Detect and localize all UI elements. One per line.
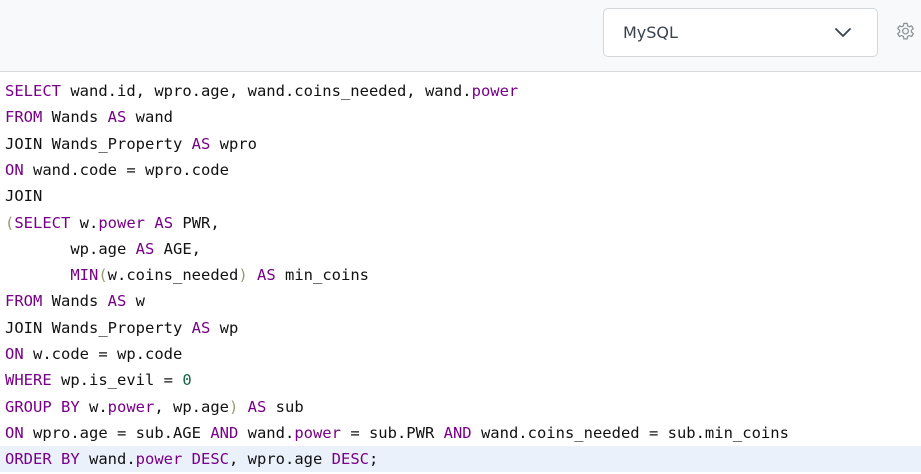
code-text: wpro.age = sub.AGE — [23, 423, 211, 442]
code-line[interactable]: ON wpro.age = sub.AGE AND wand.power = s… — [0, 420, 921, 446]
sql-keyword: FROM — [5, 292, 43, 311]
code-line[interactable]: ON wand.code = wpro.code — [0, 157, 921, 183]
code-line[interactable]: FROM Wands AS wand — [0, 104, 921, 130]
sql-keyword: ON — [5, 423, 24, 442]
code-text: wpro — [210, 134, 257, 153]
sql-keyword: AS — [154, 213, 174, 232]
sql-keyword: AS — [257, 266, 276, 285]
code-text: min_coins — [275, 266, 370, 285]
gear-icon[interactable] — [894, 21, 917, 44]
sql-keyword: power — [135, 450, 183, 469]
sql-keyword: AND — [443, 423, 472, 442]
chevron-down-icon — [835, 28, 851, 37]
sql-keyword: AS — [191, 134, 211, 153]
code-text: Wands — [42, 292, 108, 311]
code-text: , wp.age — [154, 397, 229, 416]
bracket: ( — [98, 266, 108, 285]
sql-keyword: power — [294, 423, 341, 442]
code-text: wand — [126, 108, 173, 127]
code-text: w.code = wp.code — [23, 345, 183, 363]
code-text: w — [126, 292, 145, 311]
code-line[interactable]: JOIN — [0, 183, 921, 209]
language-select[interactable]: MySQL — [603, 8, 878, 57]
sql-keyword: GROUP BY — [5, 397, 80, 416]
code-line[interactable]: SELECT wand.id, wpro.age, wand.coins_nee… — [0, 78, 921, 104]
code-text: w.coins_needed — [107, 266, 239, 285]
sql-keyword: AS — [247, 397, 267, 416]
code-line[interactable]: FROM Wands AS w — [0, 288, 921, 314]
code-text: = sub.PWR — [340, 423, 444, 442]
sql-keyword: AS — [135, 239, 155, 258]
bracket: ) — [238, 266, 248, 285]
sql-keyword: SELECT — [14, 213, 71, 232]
code-text: JOIN — [5, 187, 43, 206]
code-text: ; — [368, 450, 379, 469]
sql-keyword: FROM — [5, 108, 43, 127]
language-select-value: MySQL — [623, 23, 678, 42]
code-line[interactable]: MIN(w.coins_needed) AS min_coins — [0, 262, 921, 288]
code-line[interactable]: JOIN Wands_Property AS wp — [0, 315, 921, 341]
sql-keyword: SELECT — [5, 82, 61, 100]
code-text: w. — [79, 397, 108, 416]
sql-keyword: WHERE — [5, 371, 52, 390]
code-line[interactable]: WHERE wp.is_evil = 0 — [0, 367, 921, 393]
sql-keyword: ON — [5, 160, 24, 179]
code-text: Wands — [42, 108, 108, 127]
code-editor[interactable]: SELECT wand.id, wpro.age, wand.coins_nee… — [0, 78, 921, 474]
code-text: sub — [266, 397, 304, 416]
editor-toolbar: MySQL — [0, 0, 921, 72]
code-line[interactable]: GROUP BY w.power, wp.age) AS sub — [0, 394, 921, 420]
sql-keyword: ORDER BY — [5, 450, 80, 469]
code-text: wand. — [79, 450, 136, 469]
bracket: ) — [228, 397, 239, 416]
code-text: JOIN Wands_Property — [5, 134, 192, 153]
sql-keyword: DESC — [331, 450, 369, 469]
sql-keyword: DESC — [191, 450, 229, 469]
bracket: ( — [5, 213, 15, 232]
code-text: PWR, — [173, 213, 220, 232]
sql-keyword: ON — [5, 345, 24, 363]
code-line[interactable]: wp.age AS AGE, — [0, 236, 921, 262]
sql-keyword: MIN — [70, 266, 99, 285]
code-line[interactable]: ON w.code = wp.code — [0, 341, 921, 367]
code-text: wand.coins_needed = sub.min_coins — [471, 423, 789, 442]
sql-keyword: AS — [107, 108, 127, 127]
code-text: JOIN Wands_Property — [5, 318, 192, 337]
code-line[interactable]: (SELECT w.power AS PWR, — [0, 210, 921, 236]
code-text: wand.id, wpro.age, wand.coins_needed, wa… — [61, 82, 472, 100]
code-text: wp.age — [5, 239, 136, 258]
code-line[interactable]: ORDER BY wand.power DESC, wpro.age DESC; — [0, 446, 921, 473]
sql-keyword: AND — [210, 423, 239, 442]
code-text: wp.is_evil = — [51, 371, 183, 390]
sql-keyword: AS — [107, 292, 127, 311]
code-text: wand.code = wpro.code — [23, 160, 229, 179]
code-text: wp — [210, 318, 239, 337]
sql-keyword: power — [471, 82, 519, 100]
number-literal: 0 — [182, 371, 192, 390]
sql-keyword: power — [107, 397, 155, 416]
sql-keyword: AS — [191, 318, 211, 337]
sql-keyword: power — [98, 213, 146, 232]
code-text: , wpro.age — [229, 450, 332, 469]
code-text: AGE, — [154, 239, 201, 258]
code-text: w. — [70, 213, 99, 232]
code-text: wand. — [238, 423, 295, 442]
code-line[interactable]: JOIN Wands_Property AS wpro — [0, 131, 921, 157]
